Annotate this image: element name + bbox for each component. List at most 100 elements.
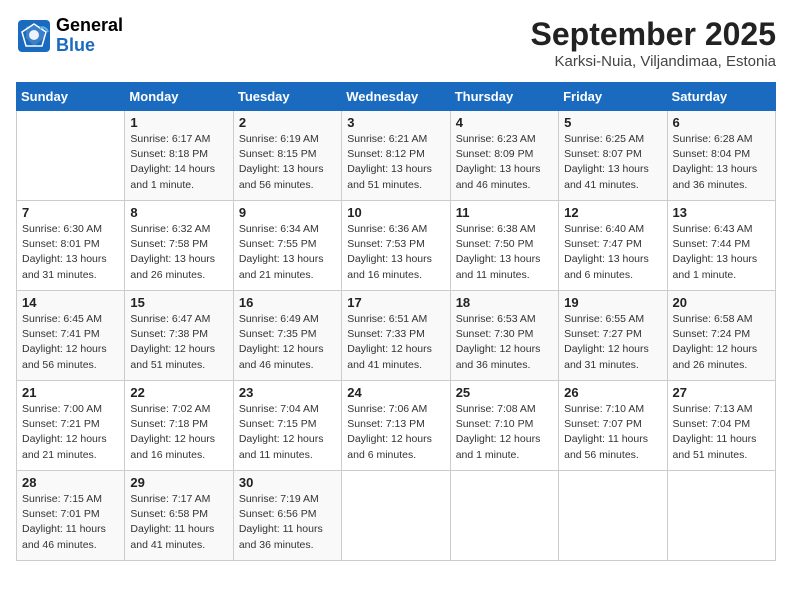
day-info: Sunrise: 7:13 AMSunset: 7:04 PMDaylight:… [673,402,770,463]
dow-header-tuesday: Tuesday [233,83,341,111]
week-row-3: 14Sunrise: 6:45 AMSunset: 7:41 PMDayligh… [17,291,776,381]
day-number: 20 [673,295,770,310]
day-info: Sunrise: 6:55 AMSunset: 7:27 PMDaylight:… [564,312,661,373]
day-info: Sunrise: 6:51 AMSunset: 7:33 PMDaylight:… [347,312,444,373]
calendar-cell: 22 Sunrise: 7:02 AMSunset: 7:18 PMDayligh… [125,381,233,471]
calendar-cell [667,471,775,561]
week-row-4: 21 Sunrise: 7:00 AMSunset: 7:21 PMDayligh… [17,381,776,471]
day-info: Sunrise: 6:58 AMSunset: 7:24 PMDaylight:… [673,312,770,373]
day-number: 23 [239,385,336,400]
calendar-cell: 21 Sunrise: 7:00 AMSunset: 7:21 PMDayligh… [17,381,125,471]
calendar-cell: 30 Sunrise: 7:19 AMSunset: 6:56 PMDayligh… [233,471,341,561]
day-number: 27 [673,385,770,400]
day-number: 18 [456,295,553,310]
dow-header-sunday: Sunday [17,83,125,111]
day-number: 10 [347,205,444,220]
day-number: 5 [564,115,661,130]
day-info: Sunrise: 6:34 AMSunset: 7:55 PMDaylight:… [239,222,336,283]
day-info: Sunrise: 6:17 AMSunset: 8:18 PMDaylight:… [130,132,227,193]
day-info: Sunrise: 6:49 AMSunset: 7:35 PMDaylight:… [239,312,336,373]
day-number: 28 [22,475,119,490]
day-number: 30 [239,475,336,490]
calendar-cell [559,471,667,561]
day-info: Sunrise: 6:21 AMSunset: 8:12 PMDaylight:… [347,132,444,193]
calendar-cell: 23 Sunrise: 7:04 AMSunset: 7:15 PMDayligh… [233,381,341,471]
calendar-cell: 5 Sunrise: 6:25 AMSunset: 8:07 PMDaylight… [559,111,667,201]
location-subtitle: Karksi-Nuia, Viljandimaa, Estonia [531,53,776,70]
dow-header-friday: Friday [559,83,667,111]
calendar-cell: 8 Sunrise: 6:32 AMSunset: 7:58 PMDaylight… [125,201,233,291]
day-info: Sunrise: 7:08 AMSunset: 7:10 PMDaylight:… [456,402,553,463]
day-number: 4 [456,115,553,130]
week-row-1: 1 Sunrise: 6:17 AMSunset: 8:18 PMDaylight… [17,111,776,201]
day-info: Sunrise: 7:04 AMSunset: 7:15 PMDaylight:… [239,402,336,463]
day-number: 21 [22,385,119,400]
day-of-week-row: SundayMondayTuesdayWednesdayThursdayFrid… [17,83,776,111]
day-info: Sunrise: 6:36 AMSunset: 7:53 PMDaylight:… [347,222,444,283]
calendar-cell: 13Sunrise: 6:43 AMSunset: 7:44 PMDayligh… [667,201,775,291]
day-number: 9 [239,205,336,220]
dow-header-saturday: Saturday [667,83,775,111]
day-number: 25 [456,385,553,400]
calendar-cell: 9 Sunrise: 6:34 AMSunset: 7:55 PMDaylight… [233,201,341,291]
day-info: Sunrise: 7:19 AMSunset: 6:56 PMDaylight:… [239,492,336,553]
dow-header-wednesday: Wednesday [342,83,450,111]
calendar-cell: 29 Sunrise: 7:17 AMSunset: 6:58 PMDayligh… [125,471,233,561]
page-header: General Blue September 2025 Karksi-Nuia,… [16,16,776,70]
calendar-cell: 12 Sunrise: 6:40 AMSunset: 7:47 PMDayligh… [559,201,667,291]
logo-icon [16,18,52,54]
day-number: 17 [347,295,444,310]
day-info: Sunrise: 7:00 AMSunset: 7:21 PMDaylight:… [22,402,119,463]
day-number: 16 [239,295,336,310]
calendar-table: SundayMondayTuesdayWednesdayThursdayFrid… [16,82,776,561]
day-info: Sunrise: 6:43 AMSunset: 7:44 PMDaylight:… [673,222,770,283]
day-info: Sunrise: 7:10 AMSunset: 7:07 PMDaylight:… [564,402,661,463]
calendar-cell: 17 Sunrise: 6:51 AMSunset: 7:33 PMDayligh… [342,291,450,381]
day-info: Sunrise: 6:32 AMSunset: 7:58 PMDaylight:… [130,222,227,283]
day-number: 3 [347,115,444,130]
day-info: Sunrise: 7:17 AMSunset: 6:58 PMDaylight:… [130,492,227,553]
calendar-cell: 19Sunrise: 6:55 AMSunset: 7:27 PMDayligh… [559,291,667,381]
dow-header-monday: Monday [125,83,233,111]
day-number: 1 [130,115,227,130]
day-number: 8 [130,205,227,220]
calendar-cell: 26 Sunrise: 7:10 AMSunset: 7:07 PMDayligh… [559,381,667,471]
day-info: Sunrise: 6:38 AMSunset: 7:50 PMDaylight:… [456,222,553,283]
day-info: Sunrise: 6:30 AMSunset: 8:01 PMDaylight:… [22,222,119,283]
logo-text: General Blue [56,16,123,56]
day-number: 29 [130,475,227,490]
day-info: Sunrise: 6:28 AMSunset: 8:04 PMDaylight:… [673,132,770,193]
day-number: 22 [130,385,227,400]
calendar-cell: 25 Sunrise: 7:08 AMSunset: 7:10 PMDayligh… [450,381,558,471]
month-title: September 2025 [531,16,776,53]
day-number: 12 [564,205,661,220]
calendar-cell [17,111,125,201]
day-number: 24 [347,385,444,400]
calendar-cell: 15Sunrise: 6:47 AMSunset: 7:38 PMDayligh… [125,291,233,381]
week-row-5: 28 Sunrise: 7:15 AMSunset: 7:01 PMDayligh… [17,471,776,561]
day-number: 6 [673,115,770,130]
calendar-cell: 27 Sunrise: 7:13 AMSunset: 7:04 PMDayligh… [667,381,775,471]
calendar-cell [450,471,558,561]
calendar-cell: 1 Sunrise: 6:17 AMSunset: 8:18 PMDaylight… [125,111,233,201]
day-info: Sunrise: 7:15 AMSunset: 7:01 PMDaylight:… [22,492,119,553]
day-info: Sunrise: 6:40 AMSunset: 7:47 PMDaylight:… [564,222,661,283]
calendar-body: 1 Sunrise: 6:17 AMSunset: 8:18 PMDaylight… [17,111,776,561]
calendar-cell: 20 Sunrise: 6:58 AMSunset: 7:24 PMDayligh… [667,291,775,381]
title-block: September 2025 Karksi-Nuia, Viljandimaa,… [531,16,776,70]
day-info: Sunrise: 6:45 AMSunset: 7:41 PMDaylight:… [22,312,119,373]
day-info: Sunrise: 7:02 AMSunset: 7:18 PMDaylight:… [130,402,227,463]
calendar-cell: 14Sunrise: 6:45 AMSunset: 7:41 PMDayligh… [17,291,125,381]
calendar-cell: 24Sunrise: 7:06 AMSunset: 7:13 PMDayligh… [342,381,450,471]
calendar-cell: 3 Sunrise: 6:21 AMSunset: 8:12 PMDaylight… [342,111,450,201]
day-info: Sunrise: 6:23 AMSunset: 8:09 PMDaylight:… [456,132,553,193]
day-info: Sunrise: 6:47 AMSunset: 7:38 PMDaylight:… [130,312,227,373]
day-number: 26 [564,385,661,400]
day-info: Sunrise: 6:25 AMSunset: 8:07 PMDaylight:… [564,132,661,193]
calendar-cell [342,471,450,561]
calendar-cell: 4 Sunrise: 6:23 AMSunset: 8:09 PMDaylight… [450,111,558,201]
week-row-2: 7Sunrise: 6:30 AMSunset: 8:01 PMDaylight… [17,201,776,291]
day-info: Sunrise: 6:53 AMSunset: 7:30 PMDaylight:… [456,312,553,373]
calendar-cell: 11Sunrise: 6:38 AMSunset: 7:50 PMDayligh… [450,201,558,291]
day-info: Sunrise: 6:19 AMSunset: 8:15 PMDaylight:… [239,132,336,193]
